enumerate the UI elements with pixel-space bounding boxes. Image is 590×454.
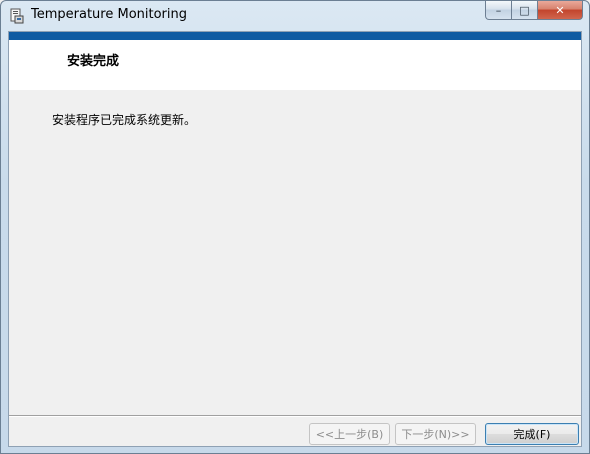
header-accent-bar — [9, 32, 581, 40]
title-bar[interactable]: Temperature Monitoring – □ ✕ — [1, 1, 589, 31]
window-title: Temperature Monitoring — [31, 7, 187, 22]
dialog-client-area: 安装完成 安装程序已完成系统更新。 <<上一步(B) 下一步(N)>> 完成(F… — [8, 31, 582, 447]
maximize-icon: □ — [519, 3, 530, 17]
close-button[interactable]: ✕ — [538, 1, 583, 20]
page-title: 安装完成 — [67, 54, 120, 69]
minimize-icon: – — [495, 3, 502, 17]
close-icon: ✕ — [555, 3, 565, 17]
minimize-button[interactable]: – — [485, 1, 512, 20]
footer-divider — [9, 415, 581, 417]
installer-window: Temperature Monitoring – □ ✕ 安装完成 安装程序已完… — [0, 0, 590, 454]
back-button[interactable]: <<上一步(B) — [309, 423, 390, 445]
maximize-button[interactable]: □ — [512, 1, 538, 20]
completion-message: 安装程序已完成系统更新。 — [52, 113, 197, 127]
dialog-header: 安装完成 — [9, 40, 581, 90]
next-button[interactable]: 下一步(N)>> — [395, 423, 476, 445]
finish-button[interactable]: 完成(F) — [485, 423, 579, 445]
installer-app-icon — [10, 8, 24, 24]
caption-buttons: – □ ✕ — [485, 1, 583, 21]
